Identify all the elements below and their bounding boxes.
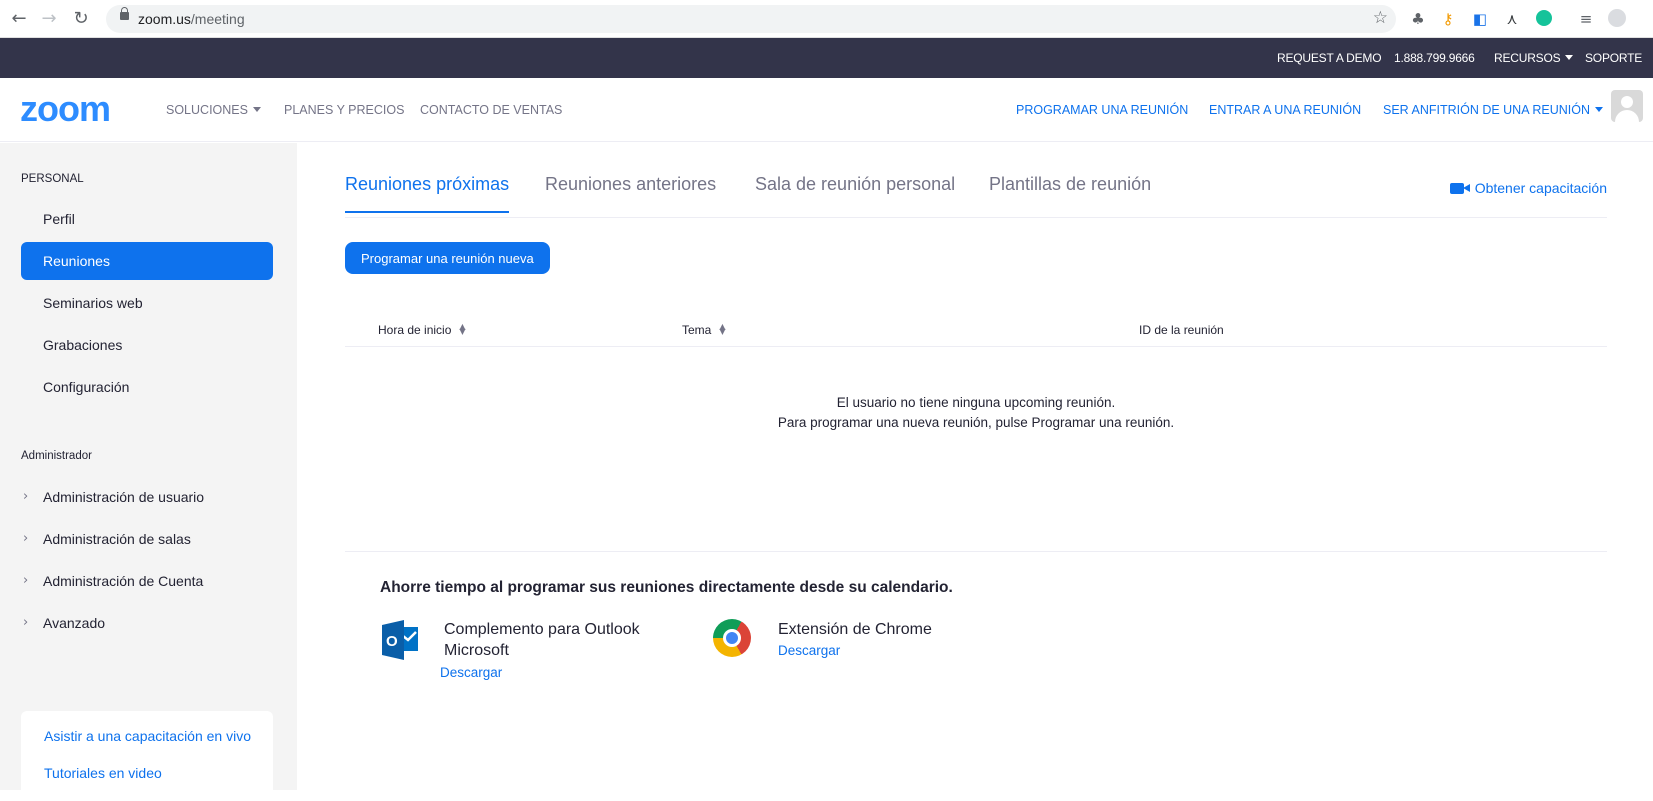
sidebar-item-account-management[interactable]: › Administración de Cuenta (21, 562, 273, 600)
chevron-right-icon: › (23, 573, 29, 588)
sidebar-item-room-management[interactable]: › Administración de salas (21, 520, 273, 558)
profile-avatar-icon[interactable] (1606, 8, 1628, 30)
outlook-icon-letter: O (386, 633, 398, 650)
chrome-icon (713, 619, 751, 657)
sort-icon[interactable]: ▲ ▼ (719, 323, 725, 336)
chevron-right-icon: › (23, 531, 29, 546)
sort-icon[interactable]: ▲ ▼ (459, 323, 465, 336)
extension-translate-icon[interactable]: ◧ (1469, 8, 1491, 30)
sidebar-item-meetings[interactable]: Reuniones (21, 242, 273, 280)
meeting-tabs: Reuniones próximas Reuniones anteriores … (345, 143, 1607, 218)
address-bar[interactable]: zoom.us/meeting ☆ (106, 5, 1396, 33)
sidebar-item-settings[interactable]: Configuración (21, 368, 273, 406)
column-topic[interactable]: Tema ▲ ▼ (682, 323, 726, 338)
back-icon[interactable]: ← (8, 8, 30, 30)
support-link[interactable]: SOPORTE (1585, 51, 1642, 65)
main-header: zoom SOLUCIONES PLANES Y PRECIOS CONTACT… (0, 78, 1653, 142)
plans-pricing-link[interactable]: PLANES Y PRECIOS (284, 103, 404, 117)
meetings-table-header: Hora de inicio ▲ ▼ Tema ▲ ▼ ID de la reunión (345, 317, 1607, 347)
grammarly-icon[interactable] (1533, 8, 1555, 30)
resources-menu[interactable]: RECURSOS (1494, 51, 1574, 65)
main-content: Reuniones próximas Reuniones anteriores … (297, 143, 1653, 790)
chevron-right-icon: › (23, 489, 29, 504)
chrome-extension-title: Extensión de Chrome (778, 621, 932, 638)
host-meeting-menu[interactable]: SER ANFITRIÓN DE UNA REUNIÓN (1383, 103, 1603, 117)
schedule-new-meeting-button[interactable]: Programar una reunión nueva (345, 242, 550, 274)
outlook-download-link[interactable]: Descargar (440, 665, 502, 680)
column-start-time[interactable]: Hora de inicio ▲ ▼ (378, 323, 466, 338)
admin-section-title: Administrador (21, 450, 92, 462)
extension-key-icon[interactable]: ⚷ (1437, 8, 1459, 30)
video-camera-icon (1449, 183, 1470, 194)
solutions-menu[interactable]: SOLUCIONES (166, 103, 261, 117)
forward-icon[interactable]: → (38, 8, 60, 30)
chevron-down-icon (1565, 55, 1574, 60)
user-avatar[interactable] (1611, 90, 1643, 122)
bookmark-star-icon[interactable]: ☆ (1373, 8, 1388, 28)
live-training-link[interactable]: Asistir a una capacitación en vivo (44, 728, 251, 744)
sidebar-item-webinars[interactable]: Seminarios web (21, 284, 273, 322)
tab-personal-room[interactable]: Sala de reunión personal (755, 174, 955, 211)
outlook-icon: O (382, 620, 418, 660)
chevron-right-icon: › (23, 615, 29, 630)
contact-sales-link[interactable]: CONTACTO DE VENTAS (420, 103, 562, 117)
calendar-integration-title: Ahorre tiempo al programar sus reuniones… (380, 579, 953, 596)
zoom-logo[interactable]: zoom (20, 88, 111, 130)
join-meeting-link[interactable]: ENTRAR A UNA REUNIÓN (1209, 103, 1361, 117)
url-text[interactable]: zoom.us/meeting (138, 11, 245, 27)
extension-octopus-icon[interactable]: ♣ (1407, 8, 1429, 30)
schedule-meeting-link[interactable]: PROGRAMAR UNA REUNIÓN (1016, 103, 1188, 117)
training-links-box: Asistir a una capacitación en vivo Tutor… (21, 711, 273, 801)
sidebar: PERSONAL Perfil Reuniones Seminarios web… (0, 143, 297, 801)
section-divider (345, 551, 1607, 552)
reading-list-icon[interactable]: ≡ (1575, 8, 1597, 30)
outlook-addon-title: Complemento para Outlook Microsoft (444, 621, 640, 659)
phone-link[interactable]: 1.888.799.9666 (1394, 51, 1475, 65)
tab-upcoming-meetings[interactable]: Reuniones próximas (345, 174, 510, 213)
sidebar-item-advanced[interactable]: › Avanzado (21, 604, 273, 642)
personal-section-title: PERSONAL (21, 173, 84, 185)
sidebar-item-user-management[interactable]: › Administración de usuario (21, 478, 273, 516)
empty-state-line2: Para programar una nueva reunión, pulse … (777, 415, 1175, 430)
chrome-download-link[interactable]: Descargar (778, 643, 840, 658)
top-utility-bar: REQUEST A DEMO 1.888.799.9666 RECURSOS S… (0, 38, 1653, 78)
column-meeting-id: ID de la reunión (1139, 323, 1224, 337)
tab-previous-meetings[interactable]: Reuniones anteriores (545, 174, 716, 211)
lock-icon (120, 7, 129, 20)
browser-toolbar: ← → ↻ zoom.us/meeting ☆ ♣ ⚷ ◧ ⋏ ≡ (0, 0, 1653, 38)
sidebar-item-profile[interactable]: Perfil (21, 200, 273, 238)
chevron-down-icon (252, 107, 261, 112)
video-tutorials-link[interactable]: Tutoriales en video (44, 765, 162, 781)
extension-graph-icon[interactable]: ⋏ (1501, 8, 1523, 30)
tab-meeting-templates[interactable]: Plantillas de reunión (989, 174, 1151, 211)
request-demo-link[interactable]: REQUEST A DEMO (1277, 51, 1382, 65)
empty-state-line1: El usuario no tiene ninguna upcoming reu… (836, 395, 1116, 410)
sidebar-item-recordings[interactable]: Grabaciones (21, 326, 273, 364)
get-training-link[interactable]: Obtener capacitación (1449, 180, 1607, 196)
chevron-down-icon (1594, 107, 1603, 112)
reload-icon[interactable]: ↻ (70, 8, 92, 30)
